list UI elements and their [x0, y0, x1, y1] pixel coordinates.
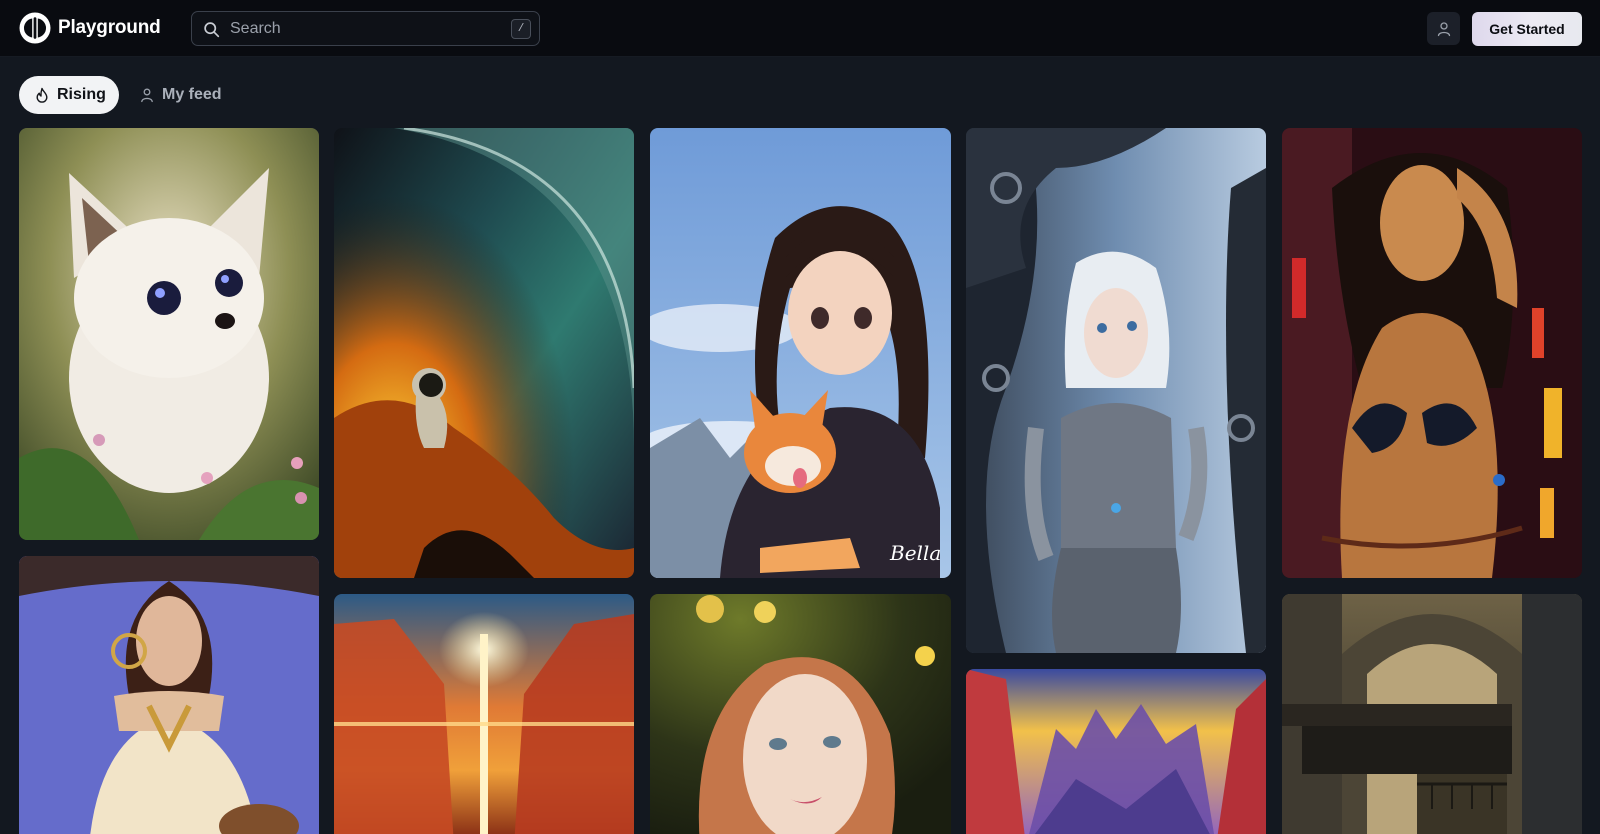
- gallery-image-fox[interactable]: [19, 128, 319, 540]
- red-mountains-image: [966, 669, 1266, 834]
- top-bar: Playground / Get Started: [0, 0, 1600, 57]
- gallery-image-gown[interactable]: [19, 556, 319, 834]
- tab-rising[interactable]: Rising: [19, 76, 119, 114]
- fox-kit-image: [19, 128, 319, 540]
- search-input[interactable]: [230, 12, 490, 45]
- logo-link[interactable]: Playground: [19, 12, 161, 44]
- signature-text: Bella: [889, 541, 941, 565]
- app-name: Playground: [58, 17, 161, 38]
- person-icon: [141, 88, 153, 103]
- gallery-image-sunset-beam[interactable]: [334, 594, 634, 834]
- search-box[interactable]: /: [191, 11, 540, 46]
- sunset-beam-image: [334, 594, 634, 834]
- tab-my-feed[interactable]: My feed: [136, 76, 236, 114]
- gallery-image-silver-armor[interactable]: [966, 128, 1266, 653]
- playground-logo-icon: [19, 12, 51, 44]
- auburn-portrait-image: [650, 594, 951, 834]
- painted-woman-image: [1282, 128, 1582, 578]
- tab-my-feed-label: My feed: [162, 86, 222, 103]
- stone-arch-image: [1282, 594, 1582, 834]
- search-shortcut-hint: /: [511, 19, 531, 39]
- gallery-image-portrait[interactable]: [650, 594, 951, 834]
- get-started-button[interactable]: Get Started: [1472, 12, 1582, 46]
- gallery-image-red-mountains[interactable]: [966, 669, 1266, 834]
- gallery-image-anime-shiba[interactable]: Bella: [650, 128, 951, 578]
- gallery-image-astronaut[interactable]: [334, 128, 634, 578]
- tab-rising-label: Rising: [57, 86, 106, 103]
- woman-gown-image: [19, 556, 319, 834]
- gallery-image-stone-arch[interactable]: [1282, 594, 1582, 834]
- person-icon: [1437, 21, 1450, 36]
- silver-armor-image: [966, 128, 1266, 653]
- flame-icon: [36, 87, 48, 103]
- anime-shiba-image: Bella: [650, 128, 951, 578]
- gallery-image-painted-woman[interactable]: [1282, 128, 1582, 578]
- search-icon: [204, 22, 220, 38]
- astronaut-image: [334, 128, 634, 578]
- account-button[interactable]: [1427, 12, 1460, 45]
